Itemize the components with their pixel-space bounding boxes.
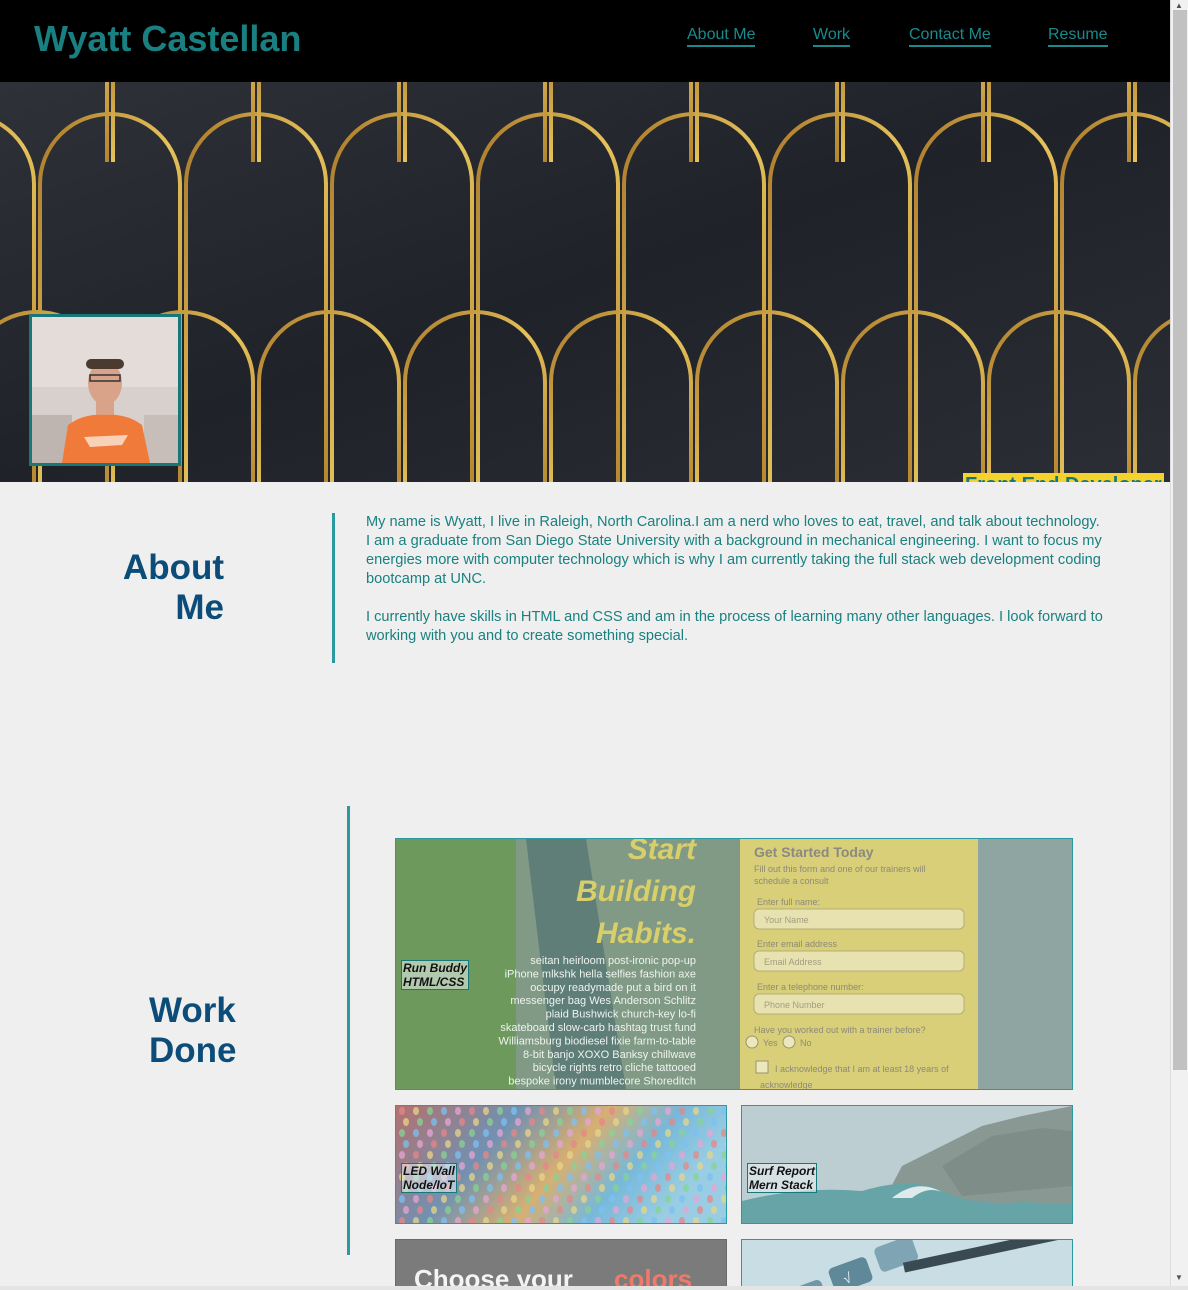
top-nav-bar: Wyatt Castellan About Me Work Contact Me… [0, 0, 1170, 82]
scroll-down-arrow-icon[interactable]: ▼ [1175, 1273, 1183, 1282]
filler-text-line: iPhone mlkshk hella selfies fashion axe [505, 968, 696, 980]
scrollbar-thumb[interactable] [1173, 10, 1187, 1070]
nav-contact-me-link[interactable]: Contact Me [909, 26, 991, 47]
filler-text-line: occupy readymade put a bird on it [530, 982, 696, 994]
calculator-screenshot: M+ √ [742, 1240, 1072, 1290]
project-card-led-wall[interactable]: LED Wall Node/IoT [395, 1105, 727, 1224]
profile-photo [29, 314, 181, 466]
filler-text-line: Williamsburg biodiesel fixie farm-to-tab… [499, 1035, 696, 1047]
horizontal-scrollbar[interactable] [0, 1286, 1188, 1290]
filler-text-line: bespoke irony mumblecore Shoreditch [508, 1076, 696, 1088]
hero-banner: Front End Developer [0, 82, 1170, 482]
about-paragraph: I am a graduate from San Diego State Uni… [366, 533, 1102, 587]
svg-text:Start: Start [628, 839, 698, 866]
scroll-up-arrow-icon[interactable]: ▲ [1175, 1, 1183, 10]
svg-text:Have you worked out with a tra: Have you worked out with a trainer befor… [754, 1025, 926, 1035]
about-description: My name is Wyatt, I live in Raleigh, Nor… [366, 513, 1106, 646]
svg-text:Phone Number: Phone Number [764, 1000, 825, 1010]
project-label-run-buddy: Run Buddy HTML/CSS [401, 960, 469, 990]
svg-text:Enter a telephone number:: Enter a telephone number: [757, 982, 864, 992]
project-card-color-chooser[interactable]: Choose your colors [395, 1239, 727, 1290]
svg-text:No: No [800, 1038, 812, 1048]
run-buddy-screenshot: Start Building Habits. seitan heirloom p… [396, 839, 1072, 1089]
svg-text:Yes: Yes [763, 1038, 778, 1048]
work-heading: Work Done [149, 991, 237, 1070]
job-title-badge: Front End Developer [963, 473, 1164, 482]
about-heading: About Me [122, 548, 224, 627]
color-chooser-screenshot: Choose your colors [396, 1240, 726, 1290]
work-divider [347, 806, 350, 1255]
filler-text-line: bicycle rights retro cliche tattooed [533, 1062, 696, 1074]
filler-text-line: 8-bit banjo XOXO Banksy chillwave [523, 1049, 696, 1061]
svg-text:Your Name: Your Name [764, 915, 809, 925]
filler-text-line: plaid Bushwick church-key lo-fi [546, 1009, 696, 1021]
filler-text-line: messenger bag Wes Anderson Schlitz [510, 995, 696, 1007]
about-paragraph: My name is Wyatt, I live in Raleigh, Nor… [366, 514, 1100, 530]
project-label-led-wall: LED Wall Node/IoT [401, 1163, 457, 1193]
vertical-scrollbar[interactable]: ▲ ▼ [1170, 0, 1188, 1290]
site-title: Wyatt Castellan [34, 18, 302, 59]
svg-text:Email Address: Email Address [764, 957, 822, 967]
nav-about-me-link[interactable]: About Me [687, 26, 756, 47]
project-card-surf-report[interactable]: Surf Report Mern Stack [741, 1105, 1073, 1224]
svg-text:I acknowledge that I am at lea: I acknowledge that I am at least 18 year… [775, 1064, 949, 1074]
nav-resume-link[interactable]: Resume [1048, 26, 1108, 47]
person-portrait-image [32, 317, 178, 463]
nav-work-link[interactable]: Work [813, 26, 851, 47]
svg-text:schedule a consult: schedule a consult [754, 876, 829, 886]
svg-text:Enter full name:: Enter full name: [757, 897, 820, 907]
filler-text-line: seitan heirloom post-ironic pop-up [530, 955, 696, 967]
about-divider [332, 513, 335, 663]
project-card-calculator[interactable]: M+ √ [741, 1239, 1073, 1290]
project-label-surf-report: Surf Report Mern Stack [747, 1163, 817, 1193]
filler-text-line: skateboard slow-carb hashtag trust fund [500, 1022, 696, 1034]
svg-text:Fill out this form and one of: Fill out this form and one of our traine… [754, 864, 926, 874]
svg-text:Enter email address: Enter email address [757, 939, 838, 949]
project-card-run-buddy[interactable]: Start Building Habits. seitan heirloom p… [395, 838, 1073, 1090]
svg-text:Habits.: Habits. [596, 917, 696, 950]
svg-text:Get Started Today: Get Started Today [754, 844, 874, 860]
svg-text:acknowledge: acknowledge [760, 1080, 813, 1089]
about-paragraph: I currently have skills in HTML and CSS … [366, 609, 1103, 644]
svg-text:Building: Building [576, 875, 696, 908]
portfolio-page: Wyatt Castellan About Me Work Contact Me… [0, 0, 1170, 1290]
